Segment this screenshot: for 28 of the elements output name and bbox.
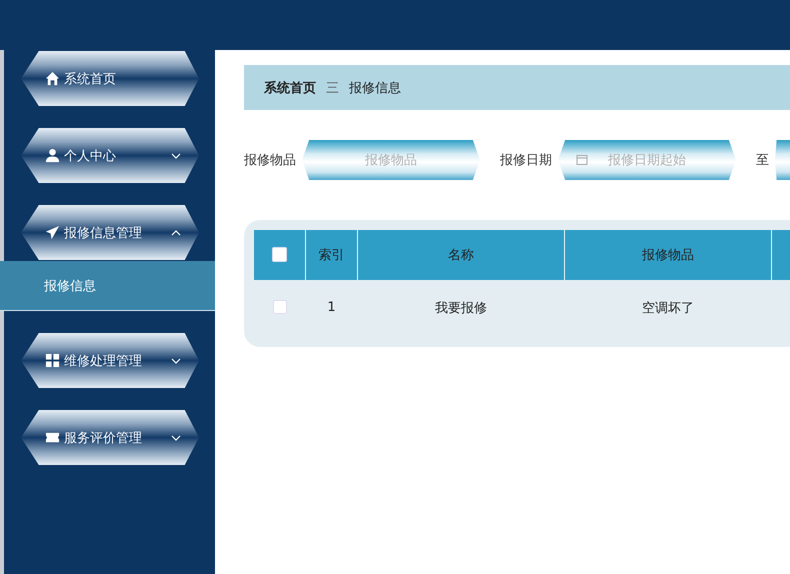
grid-icon — [45, 353, 60, 368]
column-header: 报修物品 — [564, 230, 772, 280]
field-label: 报修物品 — [244, 152, 296, 169]
home-icon — [45, 71, 60, 86]
breadcrumb-link[interactable]: 系统首页 — [264, 78, 316, 96]
column-header: 名称 — [358, 230, 564, 280]
table-cell: 空调坏了 — [564, 280, 772, 335]
menu-item[interactable]: 维修处理管理 — [21, 333, 199, 388]
calendar-icon — [576, 154, 588, 166]
user-icon — [45, 148, 60, 163]
table-cell: 我要报修 — [358, 280, 564, 335]
search-field[interactable]: 报修物品 — [302, 140, 480, 180]
search-field[interactable]: 报修日期起始 — [558, 140, 736, 180]
menu-item[interactable]: 报修信息管理 — [21, 205, 199, 260]
submenu-item[interactable]: 报修信息 — [0, 261, 215, 311]
menu-item[interactable]: 个人中心 — [21, 128, 199, 183]
ticket-icon — [45, 430, 60, 445]
breadcrumb-separator: 三 — [326, 80, 339, 96]
paper-plane-icon — [45, 225, 60, 240]
field-label: 报修日期 — [500, 152, 552, 169]
range-separator: 至 — [756, 152, 769, 169]
column-header: 索引 — [306, 230, 358, 280]
checkbox[interactable] — [272, 247, 287, 262]
table-cell: 1 — [306, 280, 358, 335]
breadcrumb-link[interactable]: 报修信息 — [349, 78, 401, 96]
menu-item[interactable]: 服务评价管理 — [21, 410, 199, 465]
checkbox[interactable] — [272, 300, 287, 314]
menu-item[interactable]: 系统首页 — [21, 51, 199, 106]
